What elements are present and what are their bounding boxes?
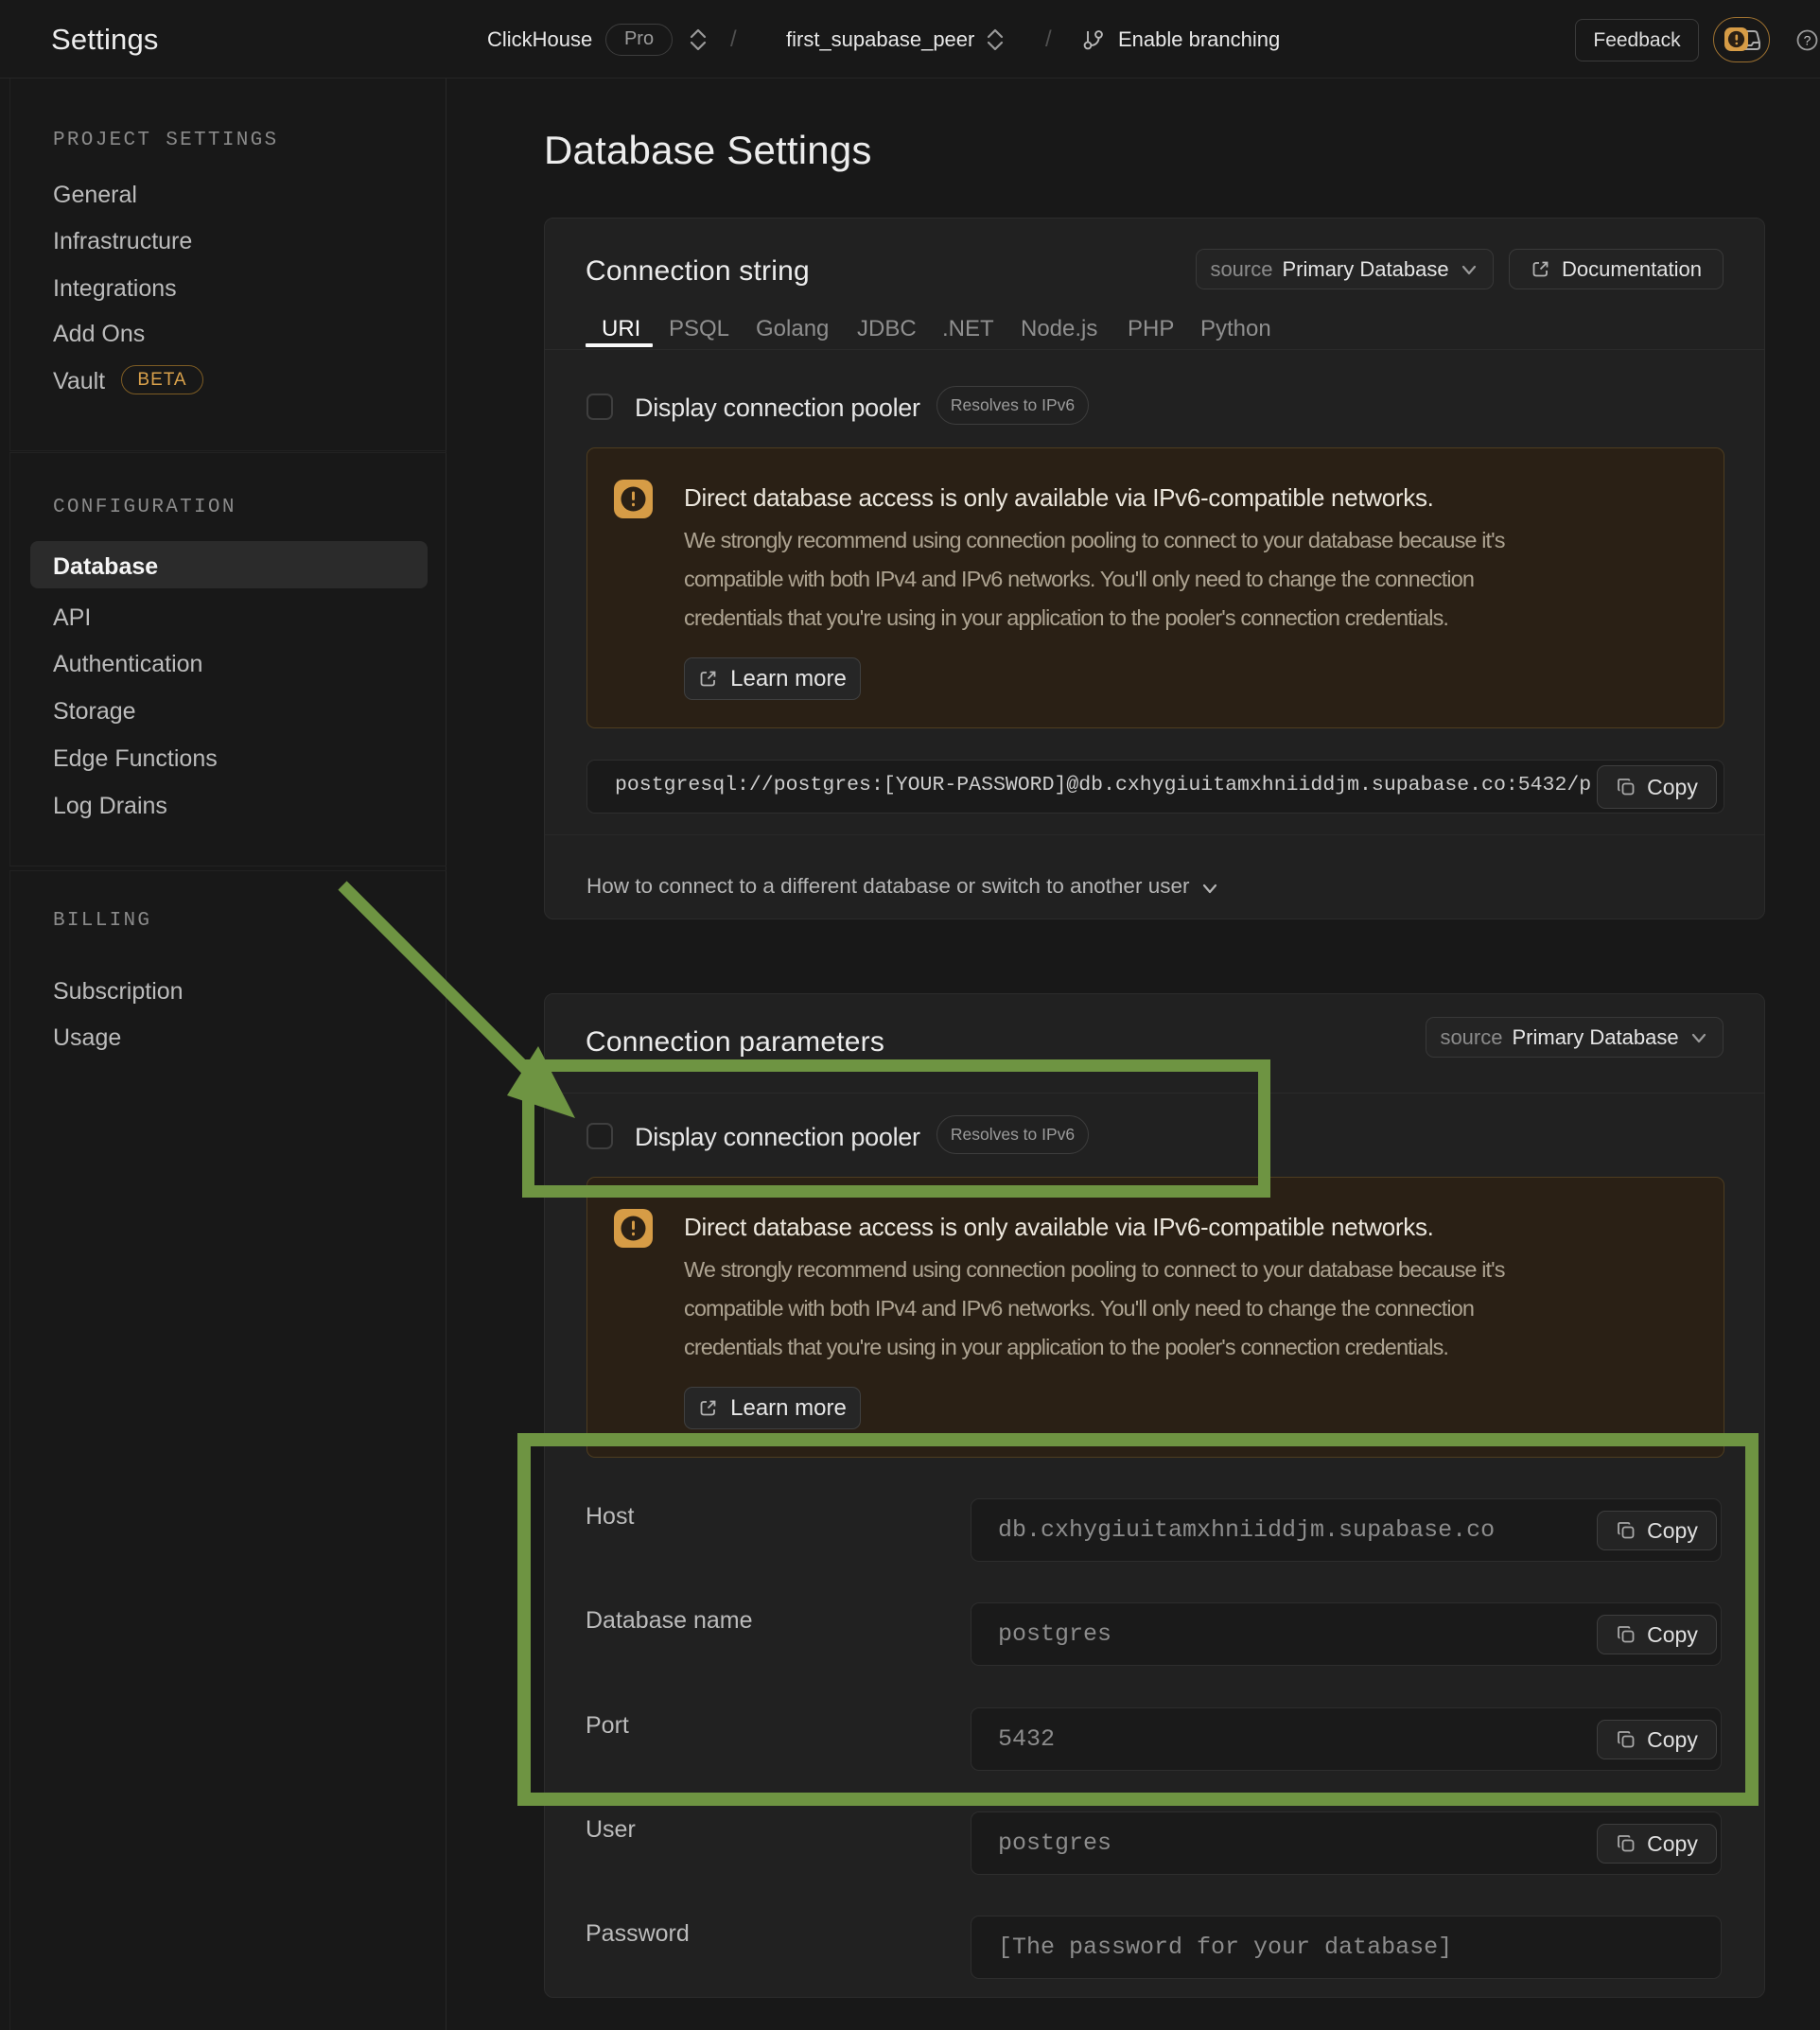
svg-text:?: ? <box>1804 32 1811 47</box>
